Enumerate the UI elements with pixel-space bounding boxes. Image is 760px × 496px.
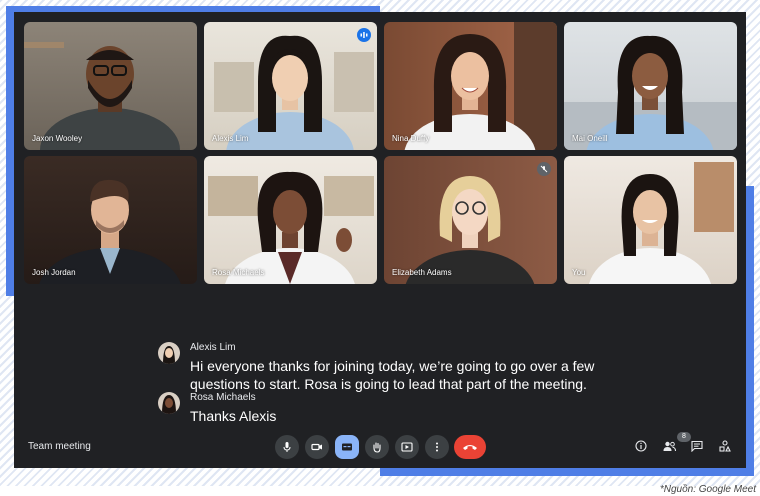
participant-name: Jaxon Wooley: [32, 134, 83, 143]
info-button[interactable]: [634, 439, 648, 453]
participant-tile[interactable]: Alexis Lim: [204, 22, 377, 150]
participant-video: [39, 179, 181, 284]
present-button[interactable]: [395, 435, 419, 459]
caption-text: Hi everyone thanks for joining today, we…: [190, 358, 595, 392]
mic-icon: [283, 442, 291, 452]
people-count-badge: 8: [677, 432, 691, 442]
participant-tile[interactable]: Jaxon Wooley: [24, 22, 197, 150]
caption-entry: Rosa Michaels Thanks Alexis: [158, 392, 610, 425]
avatar: [158, 342, 180, 364]
participant-video: [208, 171, 374, 284]
people-button[interactable]: [662, 439, 676, 453]
participant-tile[interactable]: You: [564, 156, 737, 284]
participant-name: Elizabeth Adams: [392, 268, 452, 277]
participant-tile[interactable]: Rosa Michaels: [204, 156, 377, 284]
participant-video: [589, 162, 734, 284]
speaking-icon: [357, 28, 371, 42]
chat-icon: [691, 440, 703, 452]
more-icon: [436, 442, 438, 452]
activities-button[interactable]: [718, 439, 732, 453]
captions-button[interactable]: [335, 435, 359, 459]
meeting-title: Team meeting: [28, 441, 91, 452]
captions-icon: [342, 443, 352, 451]
mic-button[interactable]: [275, 435, 299, 459]
raise-hand-button[interactable]: [365, 435, 389, 459]
caption-speaker: Alexis Lim: [190, 342, 236, 353]
participant-tile[interactable]: Elizabeth Adams: [384, 156, 557, 284]
more-options-button[interactable]: [425, 435, 449, 459]
end-call-icon: [463, 445, 477, 450]
source-note: *Nguồn: Google Meet: [659, 484, 756, 495]
camera-button[interactable]: [305, 435, 329, 459]
participant-video: [405, 176, 535, 284]
participant-name: You: [572, 268, 586, 277]
camera-icon: [311, 443, 322, 451]
caption-entry: Alexis Lim Hi everyone thanks for joinin…: [158, 342, 610, 393]
meet-window: Jaxon Wooley Alexis Lim Nina Duffy Mai O…: [14, 12, 746, 468]
avatar: [158, 392, 180, 414]
participant-video: [404, 22, 557, 150]
people-icon: [663, 441, 676, 452]
participant-tile[interactable]: Nina Duffy: [384, 22, 557, 150]
participant-name: Josh Jordan: [32, 268, 76, 277]
caption-text: Thanks Alexis: [190, 408, 277, 424]
participant-video: [24, 42, 180, 150]
participant-tile[interactable]: Mai Oneill: [564, 22, 737, 150]
chat-button[interactable]: [690, 439, 704, 453]
present-icon: [401, 442, 413, 452]
end-call-button[interactable]: [454, 435, 486, 459]
info-icon: [635, 440, 647, 452]
participant-tile[interactable]: Josh Jordan: [24, 156, 197, 284]
participant-name: Mai Oneill: [572, 134, 608, 143]
participant-video: [214, 35, 374, 150]
caption-speaker: Rosa Michaels: [190, 392, 256, 403]
activities-icon: [719, 440, 731, 452]
participant-video: [564, 35, 737, 150]
raise-hand-icon: [373, 442, 381, 453]
participant-name: Rosa Michaels: [212, 268, 265, 277]
participant-name: Alexis Lim: [212, 134, 249, 143]
mic-off-icon: [537, 162, 551, 176]
participant-name: Nina Duffy: [392, 134, 430, 143]
